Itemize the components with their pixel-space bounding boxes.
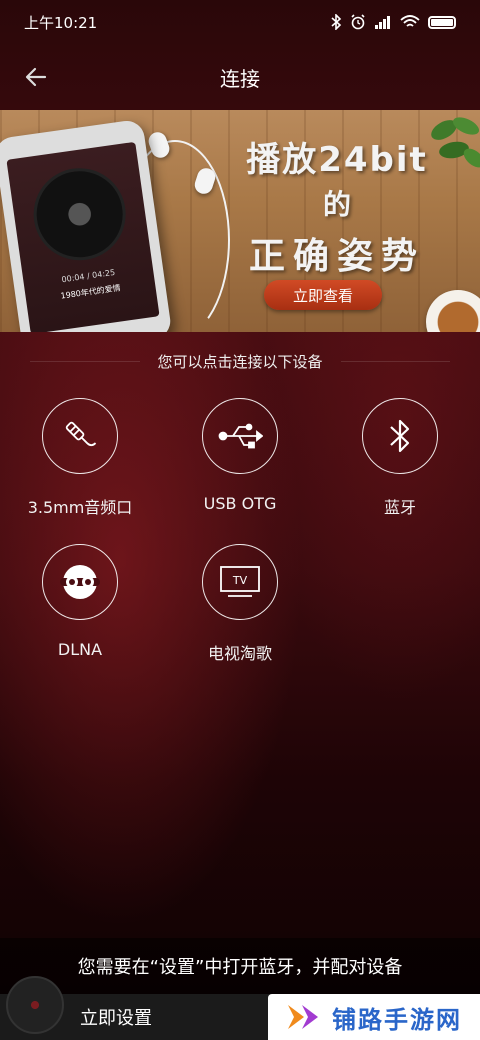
phone-time: 00:04 / 04:25 — [61, 267, 116, 285]
headphone-jack-icon — [65, 421, 97, 447]
device-label: 3.5mm音频口 — [27, 498, 133, 517]
dlna-icon — [60, 565, 100, 599]
banner-line2: 的 — [322, 188, 351, 221]
wifi-icon — [400, 15, 420, 27]
banner-line1: 播放24bit — [246, 140, 428, 180]
open-settings-button[interactable]: 立即设置 — [80, 1004, 152, 1030]
svg-text:TV: TV — [232, 574, 248, 587]
status-bar: 上午10:21 — [0, 0, 480, 44]
phone-screen: 00:04 / 04:25 1980年代的爱情 — [6, 141, 160, 332]
mini-player-disc[interactable] — [6, 976, 64, 1034]
signal-icon — [375, 16, 390, 29]
arrow-left-icon — [25, 67, 47, 87]
device-icon-ring — [362, 398, 438, 474]
device-tv[interactable]: TV 电视淘歌 — [160, 544, 320, 664]
device-label: DLNA — [57, 640, 103, 659]
page-title: 连接 — [220, 66, 260, 91]
tv-icon: TV — [220, 566, 260, 597]
phone-song: 1980年代的爱情 — [60, 283, 122, 301]
back-button[interactable] — [18, 59, 54, 95]
promo-banner[interactable]: 00:04 / 04:25 1980年代的爱情 播放24bit 的 正确姿势 立… — [0, 110, 480, 332]
battery-icon — [428, 15, 456, 29]
bluetooth-hint-banner: 您需要在“设置”中打开蓝牙，并配对设备 — [0, 938, 480, 994]
device-label: USB OTG — [203, 494, 277, 513]
watermark: 铺路手游网 — [268, 994, 480, 1040]
bluetooth-icon — [331, 14, 342, 30]
album-disc — [27, 162, 132, 267]
watermark-logo-icon — [288, 1005, 318, 1029]
section-header: 您可以点击连接以下设备 — [30, 346, 450, 376]
bluetooth-icon — [390, 419, 410, 453]
view-now-button[interactable]: 立即查看 — [264, 280, 382, 310]
device-dlna[interactable]: DLNA — [0, 544, 160, 659]
device-label: 蓝牙 — [383, 498, 416, 517]
device-label: 电视淘歌 — [207, 644, 272, 663]
device-headphone-jack[interactable]: 3.5mm音频口 — [0, 398, 160, 518]
alarm-icon — [351, 14, 365, 30]
device-icon-ring — [42, 544, 118, 620]
status-icons — [330, 14, 456, 30]
device-icon-ring: TV — [202, 544, 278, 620]
banner-headline: 播放24bit 的 正确姿势 — [232, 132, 442, 279]
usb-icon — [218, 423, 263, 449]
bluetooth-hint-text: 您需要在“设置”中打开蓝牙，并配对设备 — [77, 957, 403, 978]
device-usb-otg[interactable]: USB OTG — [160, 398, 320, 513]
banner-line3: 正确姿势 — [248, 236, 425, 277]
status-time: 上午10:21 — [24, 13, 98, 32]
watermark-text: 铺路手游网 — [332, 1005, 462, 1034]
section-title: 您可以点击连接以下设备 — [157, 352, 323, 371]
device-icon-ring — [202, 398, 278, 474]
top-bar: 连接 — [0, 44, 480, 110]
device-bluetooth[interactable]: 蓝牙 — [320, 398, 480, 518]
device-icon-ring — [42, 398, 118, 474]
